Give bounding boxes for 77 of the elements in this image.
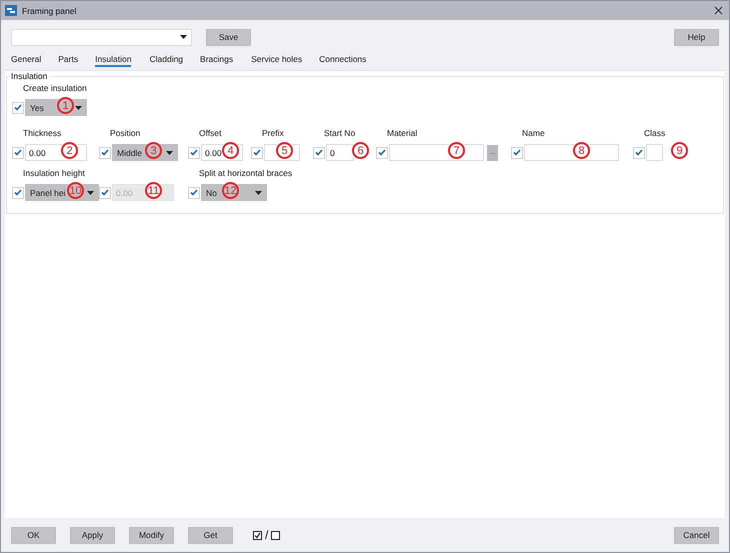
number-badge: 2	[61, 142, 78, 159]
checkbox[interactable]	[12, 146, 24, 158]
dropdown-caret-icon	[87, 190, 94, 194]
checkbox[interactable]	[12, 186, 24, 198]
number-badge: 12	[222, 182, 239, 199]
tab[interactable]: Cladding	[149, 54, 184, 67]
number-badge: 11	[145, 182, 162, 199]
dropdown-caret-icon	[75, 106, 82, 110]
field-label: Name	[521, 128, 546, 138]
app-icon	[5, 5, 17, 16]
tab[interactable]: Bracings	[200, 54, 234, 67]
check-icon	[101, 149, 109, 156]
tab[interactable]: Parts	[58, 54, 78, 67]
check-icon	[14, 189, 22, 196]
text-field[interactable]	[524, 144, 619, 161]
checkbox[interactable]	[376, 146, 388, 158]
check-icon	[190, 189, 198, 196]
number-badge: 10	[67, 182, 84, 199]
field-label: Start No	[323, 128, 356, 138]
action-button[interactable]: Modify	[129, 526, 174, 544]
action-button[interactable]: Apply	[70, 526, 115, 544]
field-label: Create insulation	[22, 83, 88, 93]
tab[interactable]: Service holes	[251, 54, 302, 67]
check-icon	[378, 149, 386, 156]
check-icon	[190, 149, 198, 156]
check-icon	[14, 104, 22, 111]
dropdown-caret-icon	[180, 35, 187, 39]
check-icon	[253, 149, 261, 156]
empty-box-icon[interactable]	[271, 530, 280, 540]
cancel-button[interactable]: Cancel	[674, 526, 719, 544]
tab[interactable]: General	[11, 54, 42, 67]
check-icon	[635, 149, 643, 156]
checkbox[interactable]	[99, 146, 111, 158]
checkbox[interactable]	[188, 186, 200, 198]
close-icon[interactable]	[714, 6, 723, 15]
dropdown-caret-icon	[166, 150, 173, 154]
number-badge: 7	[448, 142, 465, 159]
check-icon	[14, 149, 22, 156]
field-label: Offset	[198, 128, 223, 138]
number-badge: 5	[276, 142, 293, 159]
check-icon	[513, 149, 521, 156]
number-badge: 1	[57, 97, 74, 114]
check-icon	[101, 189, 109, 196]
field-label: Split at horizontal braces	[198, 168, 294, 178]
window-title: Framing panel	[22, 6, 78, 16]
checked-box-icon[interactable]	[253, 530, 262, 540]
number-badge: 8	[573, 142, 590, 159]
dropdown-caret-icon	[255, 190, 262, 194]
number-badge: 9	[671, 142, 688, 159]
checkbox[interactable]	[511, 146, 523, 158]
field-label: Insulation height	[22, 168, 86, 178]
group-title: Insulation	[10, 71, 48, 81]
checkbox[interactable]	[313, 146, 325, 158]
tab[interactable]: Insulation	[95, 54, 132, 67]
field-label: Class	[643, 128, 666, 138]
text-field[interactable]	[264, 144, 300, 161]
checkbox[interactable]	[188, 146, 200, 158]
text-field[interactable]	[646, 144, 663, 161]
text-field[interactable]: 0	[326, 144, 354, 161]
save-button[interactable]: Save	[206, 28, 251, 46]
checkbox[interactable]	[251, 146, 263, 158]
help-button[interactable]: Help	[674, 28, 719, 46]
field-label: Material	[386, 128, 418, 138]
field-label: Prefix	[261, 128, 285, 138]
action-button[interactable]: OK	[11, 526, 56, 544]
checkbox[interactable]	[12, 102, 24, 114]
checkbox[interactable]	[633, 146, 645, 158]
check-icon	[315, 149, 323, 156]
tab[interactable]: Connections	[319, 54, 366, 67]
field-label: Thickness	[22, 128, 62, 138]
field-label: Position	[109, 128, 142, 138]
text-field[interactable]	[389, 144, 484, 161]
number-badge: 4	[222, 142, 239, 159]
number-badge: 3	[145, 142, 162, 159]
action-button[interactable]: Get	[188, 526, 233, 544]
number-badge: 6	[352, 142, 369, 159]
toggle-separator: /	[265, 528, 268, 542]
